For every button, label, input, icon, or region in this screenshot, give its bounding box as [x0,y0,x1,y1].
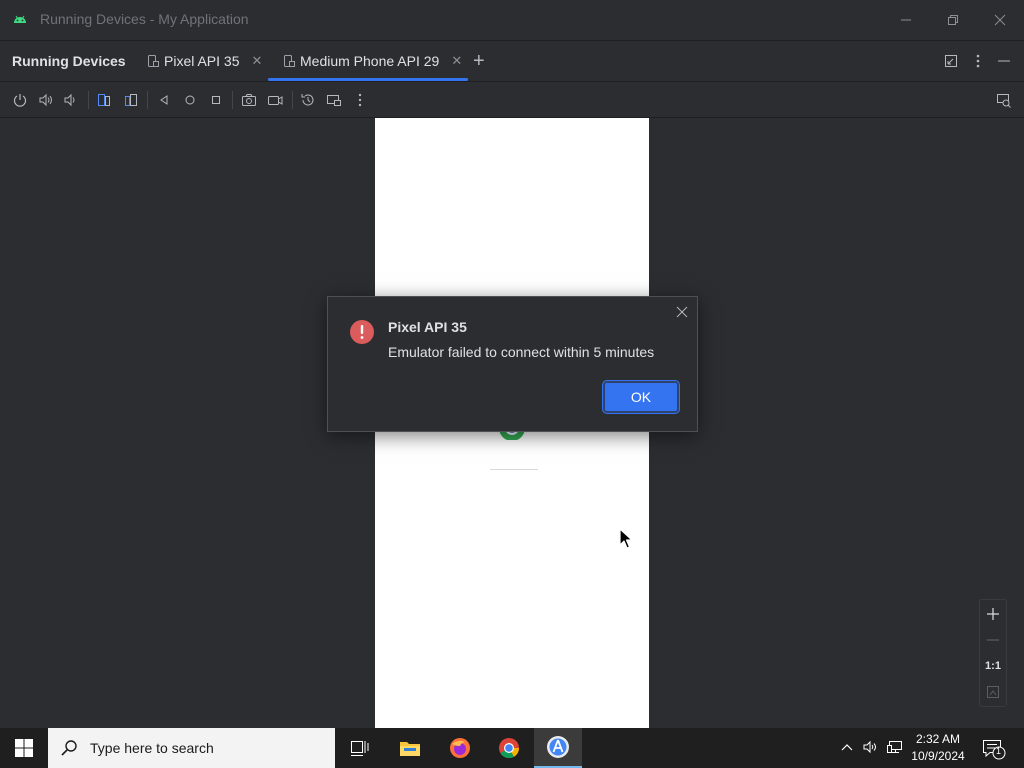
restore-window-button[interactable] [943,10,963,30]
home-icon[interactable] [181,91,199,109]
window-title-bar: Running Devices - My Application [0,0,1024,41]
tool-window-title: Running Devices [12,53,126,69]
device-icon [282,54,296,68]
start-button[interactable] [0,728,48,768]
zoom-in-icon[interactable] [985,606,1001,622]
rotate-left-icon[interactable] [95,91,113,109]
close-window-button[interactable] [990,10,1010,30]
clock-time[interactable]: 2:32 AM [905,732,971,746]
taskbar-search-box[interactable]: Type here to search [48,728,335,768]
network-icon[interactable] [886,739,904,755]
search-placeholder: Type here to search [90,740,214,756]
chrome-icon[interactable] [485,728,533,768]
close-tab-icon[interactable]: ✕ [252,53,263,69]
show-hidden-icons-icon[interactable] [839,739,855,755]
error-dialog: Pixel API 35 Emulator failed to connect … [327,296,698,432]
toolbar-separator [292,91,293,109]
minimize-window-button[interactable] [896,10,916,30]
clock-date[interactable]: 10/9/2024 [905,749,971,763]
tab-medium-phone-api-29[interactable]: Medium Phone API 29 ✕ [282,41,462,81]
volume-down-icon[interactable] [62,91,80,109]
zoom-controls: 1:1 [979,599,1007,707]
close-icon[interactable] [675,305,689,319]
power-icon[interactable] [11,91,29,109]
toolbar-separator [232,91,233,109]
ok-button[interactable]: OK [603,381,679,413]
android-studio-icon[interactable] [534,728,582,768]
back-icon[interactable] [155,91,173,109]
file-explorer-icon[interactable] [386,728,434,768]
add-tab-button[interactable]: + [473,50,485,73]
tab-pixel-api-35[interactable]: Pixel API 35 ✕ [146,41,262,81]
device-toolbar [0,82,1024,118]
dialog-title: Pixel API 35 [388,319,467,335]
toolbar-separator [147,91,148,109]
mouse-cursor-icon [619,528,633,550]
notification-center-icon[interactable]: 1 [982,738,1006,760]
layout-options-icon[interactable] [943,53,959,69]
dialog-message: Emulator failed to connect within 5 minu… [388,344,655,360]
windows-logo-icon [15,739,33,757]
device-icon [146,54,160,68]
tool-window-header: Running Devices Pixel API 35 ✕ Medium Ph… [0,41,1024,82]
notification-count: 1 [996,746,1002,756]
volume-icon[interactable] [862,739,880,755]
firefox-icon[interactable] [436,728,484,768]
hide-panel-icon[interactable] [996,53,1012,69]
snapshot-icon[interactable] [299,91,317,109]
device-frame-icon[interactable] [325,91,343,109]
active-tab-indicator [268,78,468,81]
volume-up-icon[interactable] [37,91,55,109]
android-studio-logo-icon [12,12,28,26]
more-icon[interactable] [351,91,369,109]
zoom-out-icon[interactable] [985,632,1001,648]
screenshot-icon[interactable] [240,91,258,109]
search-icon [60,739,78,757]
options-menu-icon[interactable] [970,53,986,69]
task-view-icon[interactable] [336,728,384,768]
mirror-icon[interactable] [995,91,1013,109]
rotate-right-icon[interactable] [122,91,140,109]
toolbar-separator [88,91,89,109]
tab-label: Pixel API 35 [164,53,240,69]
tab-label: Medium Phone API 29 [300,53,440,69]
taskbar: Type here to search 2:32 AM 10/9/2024 1 [0,728,1024,768]
loading-indicator [490,469,538,470]
screen-record-icon[interactable] [266,91,284,109]
zoom-actual-size-button[interactable]: 1:1 [980,660,1006,672]
close-tab-icon[interactable]: ✕ [451,53,462,69]
zoom-fit-icon[interactable] [985,684,1001,700]
window-title: Running Devices - My Application [40,11,249,27]
overview-icon[interactable] [207,91,225,109]
error-icon [350,320,374,344]
